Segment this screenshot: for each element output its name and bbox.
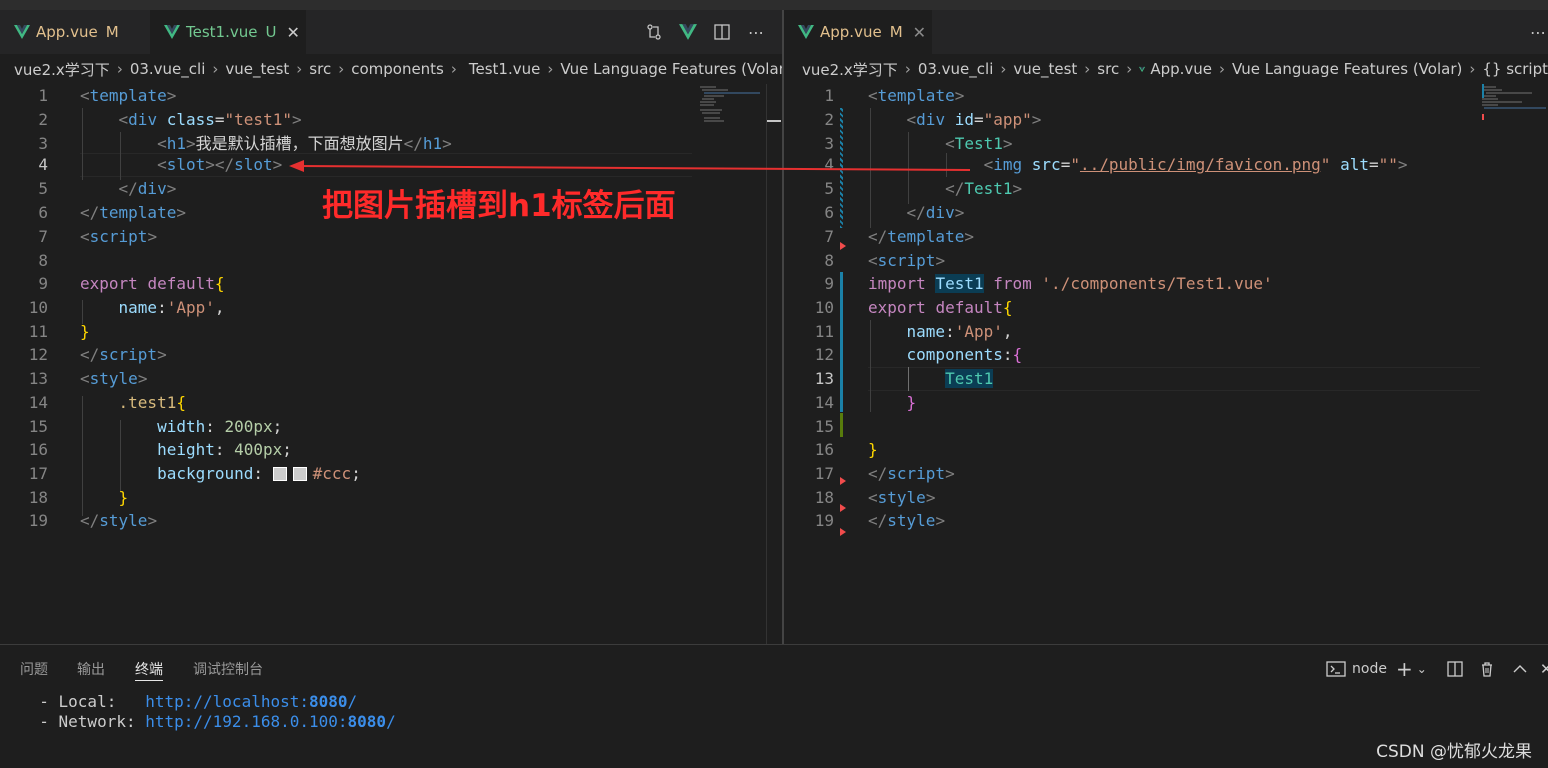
split-terminal-button[interactable] xyxy=(1446,657,1464,681)
terminal-name: node xyxy=(1352,661,1387,677)
new-terminal-button[interactable]: + ⌄ xyxy=(1396,657,1427,681)
close-panel-button[interactable]: ✕ xyxy=(1540,657,1548,681)
terminal-line: - Network: http://192.168.0.100:8080/ xyxy=(20,712,396,732)
bottom-panel: 问题 输出 终端 调试控制台 node + ⌄ ✕ - Local: http:… xyxy=(0,644,1548,768)
terminal-label: - Local: xyxy=(20,692,146,711)
tab-terminal[interactable]: 终端 xyxy=(135,659,163,681)
terminal-url[interactable]: http://192.168.0.100: xyxy=(145,712,347,731)
terminal-port[interactable]: 8080 xyxy=(309,692,348,711)
trash-icon xyxy=(1482,662,1492,677)
watermark: CSDN @忧郁火龙果 xyxy=(1376,742,1532,762)
terminal-url[interactable]: http://localhost: xyxy=(145,692,309,711)
terminal-selector[interactable]: node xyxy=(1326,657,1387,681)
split-terminal-icon xyxy=(1447,661,1463,677)
terminal-label: - Network: xyxy=(20,712,146,731)
terminal-port[interactable]: 8080 xyxy=(348,712,387,731)
annotation-text: 把图片插槽到h1标签后面 xyxy=(322,188,676,224)
terminal-icon xyxy=(1326,661,1346,677)
close-icon: ✕ xyxy=(1540,660,1548,678)
terminal-url-tail[interactable]: / xyxy=(348,692,358,711)
chevron-down-icon: ⌄ xyxy=(1416,662,1427,676)
tab-output[interactable]: 输出 xyxy=(77,659,105,681)
chevron-up-icon xyxy=(1513,665,1527,673)
tab-debug-console[interactable]: 调试控制台 xyxy=(193,659,263,681)
plus-icon: + xyxy=(1396,657,1413,681)
maximize-panel-button[interactable] xyxy=(1512,657,1528,681)
terminal-line: - Local: http://localhost:8080/ xyxy=(20,692,357,712)
terminal-url-tail[interactable]: / xyxy=(386,712,396,731)
tab-problems[interactable]: 问题 xyxy=(20,659,48,681)
kill-terminal-button[interactable] xyxy=(1478,657,1496,681)
